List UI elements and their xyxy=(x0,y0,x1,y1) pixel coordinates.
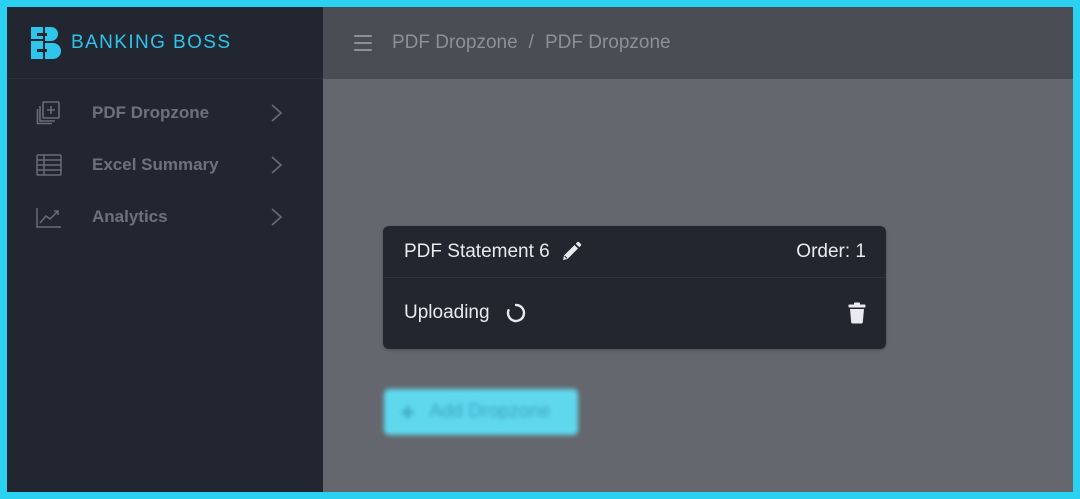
breadcrumb: PDF Dropzone / PDF Dropzone xyxy=(392,32,671,54)
breadcrumb-item-current: PDF Dropzone xyxy=(544,32,671,53)
chevron-right-icon xyxy=(271,104,283,122)
dropzone-card: PDF Statement 6 Order: 1 Uploading xyxy=(383,226,886,349)
banking-boss-logo xyxy=(31,26,61,59)
sidebar-item-pdf-dropzone[interactable]: PDF Dropzone xyxy=(7,87,323,139)
sidebar-nav: PDF Dropzone Excel Summary Analytics xyxy=(7,79,323,243)
brand[interactable]: BANKING BOSS xyxy=(7,7,323,79)
sidebar-item-label: PDF Dropzone xyxy=(92,103,210,122)
hamburger-icon[interactable] xyxy=(354,35,372,51)
spinner-icon xyxy=(506,303,525,323)
breadcrumb-separator: / xyxy=(528,32,534,53)
upload-status: Uploading xyxy=(404,302,490,323)
spreadsheet-icon xyxy=(35,151,63,179)
line-chart-icon xyxy=(35,203,63,231)
app-window: BANKING BOSS PDF Dropzone Excel Summary … xyxy=(7,7,1073,492)
breadcrumb-item[interactable]: PDF Dropzone xyxy=(392,32,518,54)
sidebar-item-label: Excel Summary xyxy=(92,155,219,174)
trash-icon[interactable] xyxy=(848,302,866,324)
sidebar: BANKING BOSS PDF Dropzone Excel Summary … xyxy=(7,7,323,492)
main-content: PDF Dropzone / PDF Dropzone PDF Statemen… xyxy=(323,7,1073,492)
add-document-icon xyxy=(35,99,63,127)
pencil-icon[interactable] xyxy=(560,241,582,263)
card-title: PDF Statement 6 xyxy=(404,240,550,262)
sidebar-item-analytics[interactable]: Analytics xyxy=(7,191,323,243)
chevron-right-icon xyxy=(271,156,283,174)
card-header: PDF Statement 6 Order: 1 xyxy=(383,226,886,278)
plus-icon: + xyxy=(400,397,416,427)
card-body: Uploading xyxy=(383,278,886,348)
order-label: Order: 1 xyxy=(796,240,866,262)
add-dropzone-label: Add Dropzone xyxy=(429,401,551,422)
brand-name: BANKING BOSS xyxy=(71,31,232,53)
sidebar-item-excel-summary[interactable]: Excel Summary xyxy=(7,139,323,191)
chevron-right-icon xyxy=(271,208,283,226)
add-dropzone-button[interactable]: + Add Dropzone xyxy=(384,389,578,435)
sidebar-item-label: Analytics xyxy=(92,207,168,226)
topbar: PDF Dropzone / PDF Dropzone xyxy=(323,7,1073,79)
